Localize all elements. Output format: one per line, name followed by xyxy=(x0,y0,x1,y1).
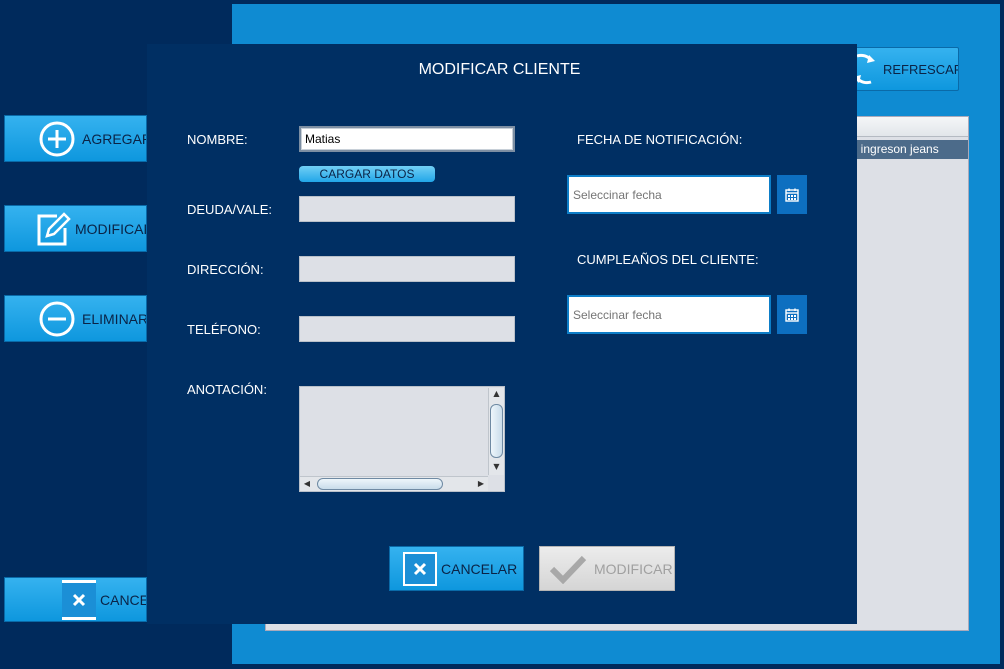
telefono-label: TELÉFONO: xyxy=(187,322,261,337)
plus-circle-icon xyxy=(38,120,76,158)
table-row[interactable]: ue ingreson jeans xyxy=(840,140,968,159)
table-header[interactable]: ES xyxy=(840,117,968,137)
delete-client-button[interactable]: ELIMINAR xyxy=(4,295,147,342)
delete-client-label: ELIMINAR xyxy=(82,310,147,327)
fecha-notificacion-input[interactable] xyxy=(567,175,771,214)
horizontal-scroll-thumb[interactable] xyxy=(317,478,443,490)
cancel-side-label: CANCE xyxy=(100,591,147,608)
edit-icon xyxy=(31,208,73,250)
anotacion-label: ANOTACIÓN: xyxy=(187,382,267,397)
fecha-notificacion-calendar-button[interactable] xyxy=(777,175,807,214)
scroll-left-arrow-icon[interactable]: ◀ xyxy=(302,479,312,488)
scroll-up-arrow-icon[interactable]: ▲ xyxy=(490,389,503,398)
deuda-label: DEUDA/VALE: xyxy=(187,202,273,217)
add-client-button[interactable]: AGREGAR C xyxy=(4,115,147,162)
modify-client-side-label: MODIFICAR xyxy=(75,220,147,237)
minus-circle-icon xyxy=(38,300,76,338)
calendar-icon xyxy=(785,308,799,322)
dialog-title: MODIFICAR CLIENTE xyxy=(418,61,581,78)
refresh-label: REFRESCAR xyxy=(883,61,959,77)
load-data-button[interactable]: CARGAR DATOS xyxy=(299,166,435,182)
fecha-notificacion-label: FECHA DE NOTIFICACIÓN: xyxy=(577,132,743,147)
telefono-input[interactable] xyxy=(299,316,515,342)
refresh-button[interactable]: REFRESCAR xyxy=(852,47,959,91)
direccion-label: DIRECCIÓN: xyxy=(187,262,264,277)
modify-client-side-button[interactable]: MODIFICAR xyxy=(4,205,147,252)
close-icon xyxy=(62,579,96,620)
modify-label: MODIFICAR xyxy=(594,560,673,577)
cancel-label: CANCELAR xyxy=(441,560,518,577)
scroll-right-arrow-icon[interactable]: ▶ xyxy=(476,479,486,488)
nombre-label: NOMBRE: xyxy=(187,132,248,147)
close-icon xyxy=(403,551,437,586)
scroll-down-arrow-icon[interactable]: ▼ xyxy=(490,462,503,471)
cumpleanos-label: CUMPLEAÑOS DEL CLIENTE: xyxy=(577,252,759,267)
nombre-input[interactable] xyxy=(299,126,515,152)
vertical-scroll-thumb[interactable] xyxy=(490,404,503,458)
checkmark-icon xyxy=(549,554,587,584)
cumpleanos-calendar-button[interactable] xyxy=(777,295,807,334)
cumpleanos-input[interactable] xyxy=(567,295,771,334)
calendar-icon xyxy=(785,188,799,202)
direccion-input[interactable] xyxy=(299,256,515,282)
add-client-label: AGREGAR C xyxy=(82,130,147,147)
cancel-button[interactable]: CANCELAR xyxy=(389,546,524,591)
cancel-side-button[interactable]: CANCE xyxy=(4,577,147,622)
modify-button[interactable]: MODIFICAR xyxy=(539,546,675,591)
deuda-input[interactable] xyxy=(299,196,515,222)
